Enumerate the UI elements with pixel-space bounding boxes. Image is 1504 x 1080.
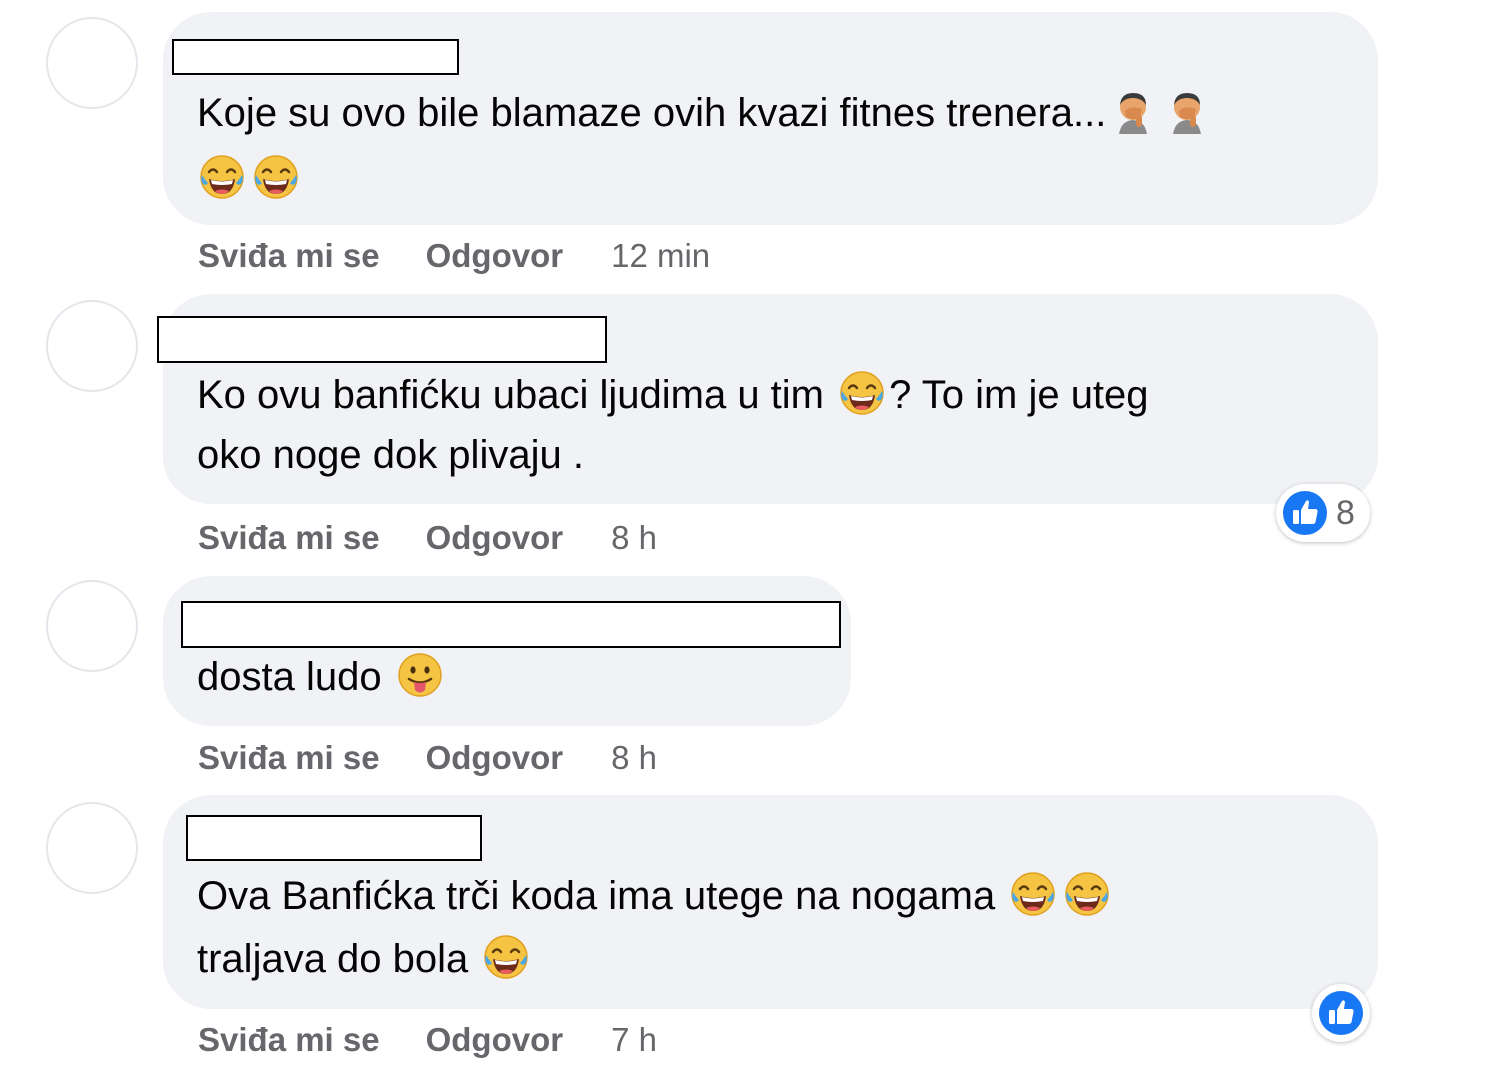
author-name-redacted[interactable] [172,39,459,75]
avatar[interactable] [46,17,138,109]
avatar[interactable] [46,300,138,392]
comment-text: Ova Banfićka trči koda ima utege na noga… [197,865,1114,927]
facepalm-emoji [1163,87,1211,135]
author-name-redacted[interactable] [186,815,482,861]
avatar[interactable] [46,580,138,672]
reaction-badge[interactable] [1312,984,1370,1042]
laughing-tears-emoji [198,153,246,201]
comment-bubble: Koje su ovo bile blamaze ovih kvazi fitn… [163,12,1378,225]
comment-actions: Sviđa mi se Odgovor 8 h [198,738,657,778]
comment-text: dosta ludo [197,646,447,708]
like-button[interactable]: Sviđa mi se [198,1021,380,1058]
author-name-redacted[interactable] [157,316,607,363]
comment-timestamp[interactable]: 8 h [611,739,657,776]
facepalm-emoji [1109,87,1157,135]
comment-actions: Sviđa mi se Odgovor 7 h [198,1020,657,1060]
comment-actions: Sviđa mi se Odgovor 8 h [198,518,657,558]
comment-text-line: traljava do bola [197,937,469,981]
comment-timestamp[interactable]: 8 h [611,519,657,556]
reply-button[interactable]: Odgovor [426,1021,564,1058]
comment-text-line: dosta ludo [197,655,382,699]
comment-bubble: dosta ludo [163,576,851,726]
like-button[interactable]: Sviđa mi se [198,519,380,556]
laughing-tears-emoji [252,153,300,201]
laughing-tears-emoji [1063,870,1111,918]
like-button[interactable]: Sviđa mi se [198,237,380,274]
comment-text: traljava do bola [197,928,533,990]
comment-emoji-line [195,148,303,210]
comment-text-line: ? To im je uteg [889,373,1149,417]
comment-text-line: oko noge dok plivaju . [197,433,584,477]
like-button[interactable]: Sviđa mi se [198,739,380,776]
laughing-tears-emoji [1009,870,1057,918]
reaction-count: 8 [1336,493,1355,532]
reply-button[interactable]: Odgovor [426,237,564,274]
like-icon [1318,990,1364,1036]
like-icon [1282,490,1328,536]
comment-text: oko noge dok plivaju . [197,424,584,486]
avatar[interactable] [46,802,138,894]
comment-text: Koje su ovo bile blamaze ovih kvazi fitn… [197,82,1214,144]
comment-timestamp[interactable]: 7 h [611,1021,657,1058]
comment-timestamp[interactable]: 12 min [611,237,710,274]
comment-text-line: Ova Banfićka trči koda ima utege na noga… [197,874,996,918]
comment-text-line: Ko ovu banfićku ubaci ljudima u tim [197,373,824,417]
comment-text-line: Koje su ovo bile blamaze ovih kvazi fitn… [197,91,1107,135]
author-name-redacted[interactable] [181,601,841,648]
comment-actions: Sviđa mi se Odgovor 12 min [198,236,710,276]
reply-button[interactable]: Odgovor [426,739,564,776]
comment-text: Ko ovu banfićku ubaci ljudima u tim ? To… [197,364,1149,426]
comment-bubble: Ko ovu banfićku ubaci ljudima u tim ? To… [157,294,1378,504]
comment-bubble: Ova Banfićka trči koda ima utege na noga… [163,795,1378,1009]
reaction-badge[interactable]: 8 [1276,484,1370,542]
reply-button[interactable]: Odgovor [426,519,564,556]
tongue-out-emoji [396,651,444,699]
laughing-tears-emoji [482,933,530,981]
laughing-tears-emoji [838,369,886,417]
